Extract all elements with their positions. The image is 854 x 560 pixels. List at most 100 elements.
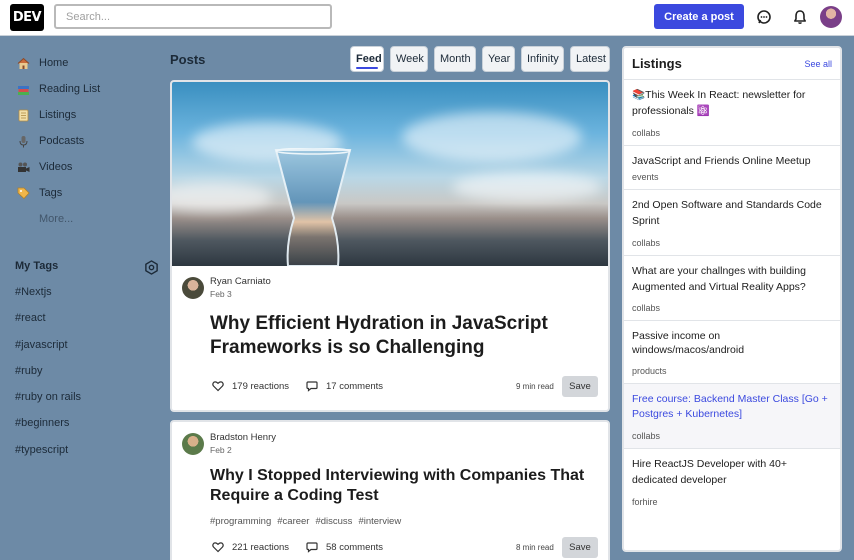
chat-icon[interactable] (754, 7, 774, 27)
comments-count: 58 comments (326, 541, 384, 553)
tab-year[interactable]: Year (482, 46, 515, 72)
tag-link[interactable]: #react (15, 312, 81, 338)
save-button[interactable]: Save (562, 376, 598, 397)
post-card[interactable]: Ryan Carniato Feb 3 Why Efficient Hydrat… (170, 80, 610, 412)
listing-category[interactable]: products (632, 366, 832, 376)
listing-title[interactable]: Hire ReactJS Developer with 40+ dedicate… (632, 457, 832, 489)
tab-week[interactable]: Week (390, 46, 428, 72)
posts-heading: Posts (170, 52, 206, 67)
sidebar-item-videos[interactable]: Videos (15, 154, 165, 180)
listing-title[interactable]: 2nd Open Software and Standards Code Spr… (632, 198, 832, 230)
search-input[interactable] (54, 4, 332, 29)
post-author[interactable]: Bradston Henry Feb 2 (182, 432, 276, 455)
post-tag[interactable]: #programming (210, 516, 271, 527)
listing-item[interactable]: Free course: Backend Master Class [Go + … (624, 383, 840, 450)
listing-title[interactable]: JavaScript and Friends Online Meetup (632, 154, 832, 170)
listing-item[interactable]: Passive income on windows/macos/android … (624, 321, 840, 384)
post-tag[interactable]: #discuss (315, 516, 352, 527)
tab-infinity[interactable]: Infinity (521, 46, 564, 72)
post-title[interactable]: Why I Stopped Interviewing with Companie… (210, 466, 600, 506)
comment-icon (306, 542, 318, 553)
dev-logo[interactable]: DEV (10, 4, 44, 31)
sidebar-item-label: Videos (39, 161, 73, 173)
read-time: 8 min read (516, 543, 554, 552)
listing-category[interactable]: collabs (632, 303, 832, 313)
sidebar-nav: Home Reading List Listings Podcasts Vide… (15, 50, 165, 232)
reactions-link[interactable]: 221 reactions (212, 541, 289, 553)
user-avatar[interactable] (820, 6, 842, 28)
post-tag[interactable]: #interview (358, 516, 401, 527)
sidebar-more-link[interactable]: More... (15, 206, 165, 232)
comments-count: 17 comments (326, 380, 384, 392)
sidebar-item-label: Home (39, 57, 69, 69)
author-avatar[interactable] (182, 432, 204, 455)
post-card[interactable]: Bradston Henry Feb 2 Why I Stopped Inter… (170, 420, 610, 560)
tag-link[interactable]: #ruby (15, 365, 81, 391)
post-tag[interactable]: #career (277, 516, 309, 527)
glass-illustration (274, 148, 352, 266)
sidebar-item-label: Tags (39, 187, 63, 199)
listing-category[interactable]: collabs (632, 128, 832, 138)
listing-item[interactable]: 📚This Week In React: newsletter for prof… (624, 80, 840, 146)
tag-link[interactable]: #typescript (15, 444, 81, 470)
sidebar-item-tags[interactable]: Tags (15, 180, 165, 206)
author-name[interactable]: Bradston Henry (210, 432, 276, 443)
cover-image[interactable] (172, 82, 608, 266)
sidebar-item-listings[interactable]: Listings (15, 102, 165, 128)
reactions-count: 221 reactions (232, 541, 290, 553)
listing-item[interactable]: What are your challnges with building Au… (624, 256, 840, 322)
house-icon (15, 55, 31, 71)
listing-title[interactable]: What are your challnges with building Au… (632, 264, 832, 296)
post-date: Feb 2 (210, 445, 232, 455)
top-header: DEV Create a post (0, 0, 854, 36)
microphone-icon (15, 133, 31, 149)
listing-item[interactable]: 2nd Open Software and Standards Code Spr… (624, 190, 840, 256)
post-tags: #programming #career #discuss #interview (210, 516, 401, 527)
author-avatar[interactable] (182, 276, 204, 299)
tag-icon (15, 185, 31, 201)
listing-category[interactable]: forhire (632, 497, 832, 507)
comment-icon (306, 381, 318, 392)
reactions-link[interactable]: 179 reactions (212, 380, 289, 392)
tab-feed[interactable]: Feed (350, 46, 384, 72)
listing-category[interactable]: collabs (632, 238, 832, 248)
see-all-link[interactable]: See all (804, 59, 832, 69)
listing-item[interactable]: JavaScript and Friends Online Meetup eve… (624, 146, 840, 191)
listings-title: Listings (632, 56, 682, 71)
sidebar-item-label: Listings (39, 109, 77, 121)
tag-link[interactable]: #ruby on rails (15, 391, 81, 417)
listing-title[interactable]: Passive income on windows/macos/android (632, 329, 832, 357)
listing-title[interactable]: Free course: Backend Master Class [Go + … (632, 392, 832, 424)
sidebar-item-home[interactable]: Home (15, 50, 165, 76)
tab-latest[interactable]: Latest (570, 46, 610, 72)
listing-item[interactable]: Hire ReactJS Developer with 40+ dedicate… (624, 449, 840, 514)
post-title[interactable]: Why Efficient Hydration in JavaScript Fr… (210, 312, 600, 360)
read-time: 9 min read (516, 382, 554, 391)
tab-month[interactable]: Month (434, 46, 476, 72)
listing-category[interactable]: collabs (632, 431, 832, 441)
gear-icon[interactable] (144, 260, 159, 275)
create-post-button[interactable]: Create a post (654, 4, 744, 29)
listing-title[interactable]: 📚This Week In React: newsletter for prof… (632, 88, 832, 120)
save-button[interactable]: Save (562, 537, 598, 558)
film-camera-icon (15, 159, 31, 175)
books-icon (15, 81, 31, 97)
post-author[interactable]: Ryan Carniato Feb 3 (182, 276, 271, 299)
heart-icon (212, 381, 224, 392)
listings-header: Listings See all (624, 48, 840, 80)
sidebar-item-label: Podcasts (39, 135, 85, 147)
tag-link[interactable]: #beginners (15, 417, 81, 443)
bell-icon[interactable] (790, 7, 810, 27)
post-date: Feb 3 (210, 289, 232, 299)
author-name[interactable]: Ryan Carniato (210, 276, 271, 287)
sidebar-item-podcasts[interactable]: Podcasts (15, 128, 165, 154)
my-tags-heading: My Tags (15, 260, 59, 272)
tag-link[interactable]: #Nextjs (15, 286, 81, 312)
sidebar-item-reading-list[interactable]: Reading List (15, 76, 165, 102)
tag-link[interactable]: #javascript (15, 339, 81, 365)
my-tags-list: #Nextjs #react #javascript #ruby #ruby o… (15, 286, 81, 470)
comments-link[interactable]: 58 comments (306, 541, 383, 553)
comments-link[interactable]: 17 comments (306, 380, 383, 392)
scroll-icon (15, 107, 31, 123)
listing-category[interactable]: events (632, 172, 832, 182)
